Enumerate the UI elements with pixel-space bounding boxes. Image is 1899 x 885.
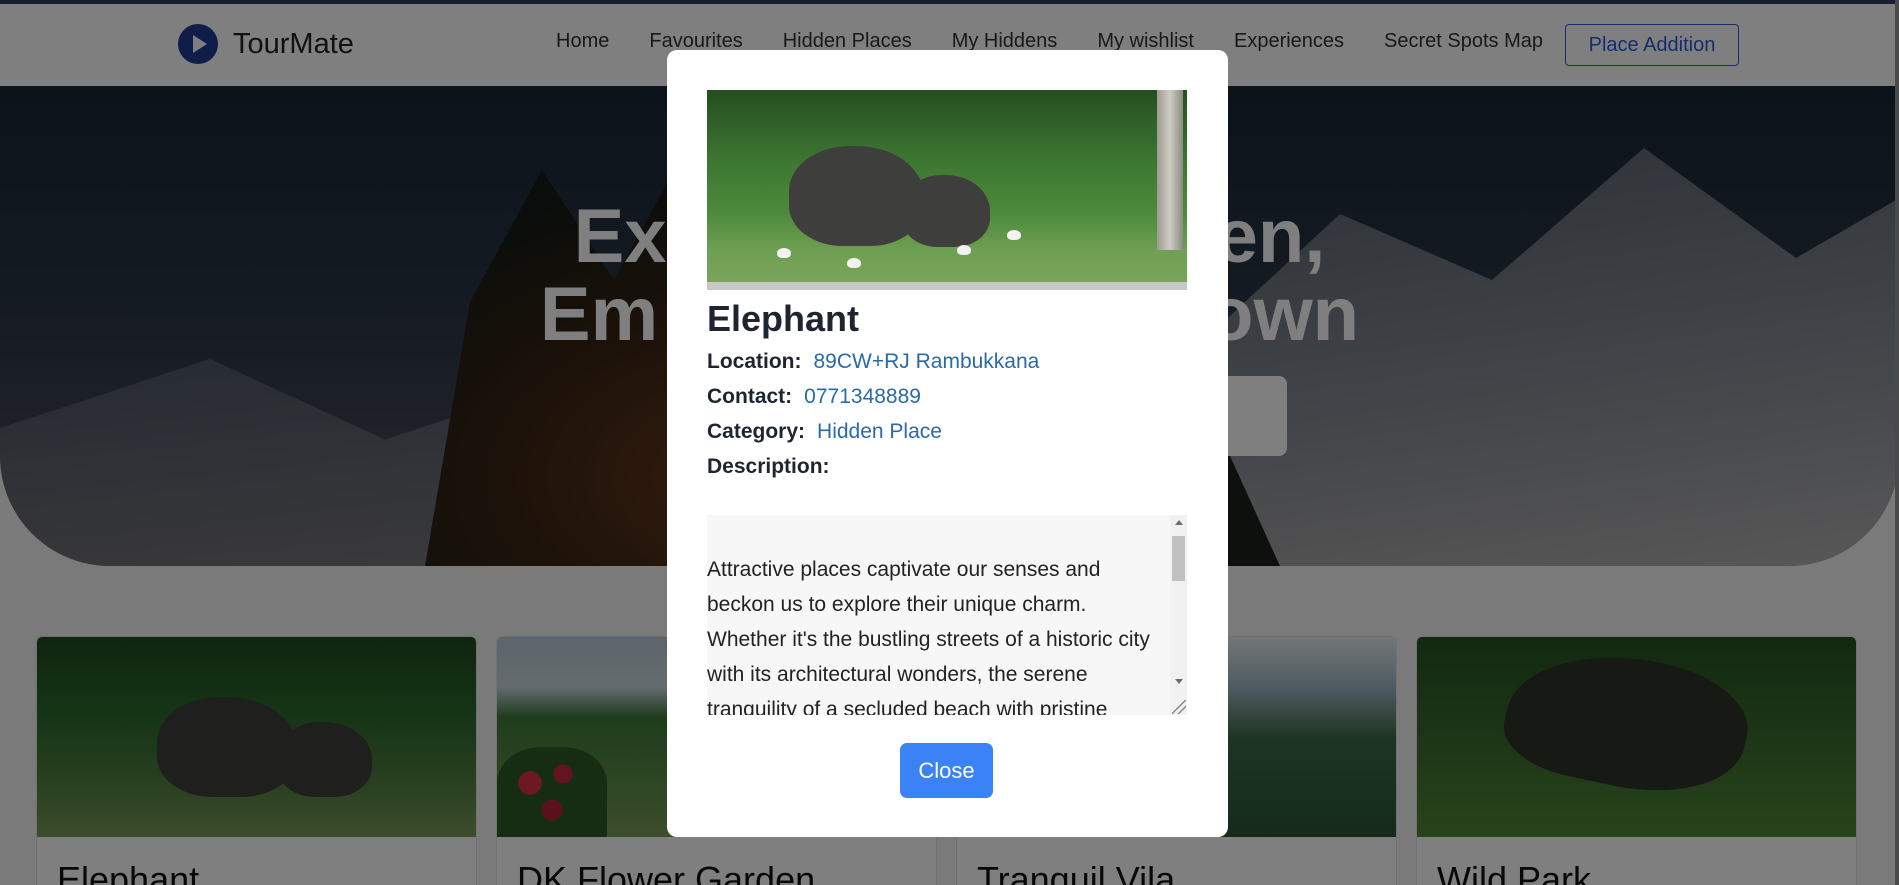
egret-shape <box>847 258 861 268</box>
description-label: Description: <box>707 455 830 478</box>
location-label: Location: <box>707 350 802 373</box>
egret-shape <box>777 248 791 258</box>
scrollbar-thumb[interactable] <box>1172 536 1185 581</box>
tree-trunk <box>1157 90 1183 250</box>
description-scrollbar[interactable] <box>1170 515 1187 715</box>
close-button[interactable]: Close <box>900 743 993 798</box>
page-scrollbar[interactable] <box>1895 0 1899 885</box>
category-row: Category: Hidden Place <box>707 420 942 444</box>
category-value[interactable]: Hidden Place <box>817 420 942 443</box>
contact-value[interactable]: 0771348889 <box>804 385 921 408</box>
resize-grip-icon[interactable] <box>1172 700 1186 714</box>
page: TourMate Home Favourites Hidden Places M… <box>0 0 1899 885</box>
scroll-down-arrow-icon[interactable] <box>1175 679 1183 684</box>
description-text: Attractive places captivate our senses a… <box>707 558 1150 715</box>
location-row: Location: 89CW+RJ Rambukkana <box>707 350 1039 374</box>
modal-title: Elephant <box>707 298 860 339</box>
category-label: Category: <box>707 420 806 443</box>
place-details-modal: Elephant Location: 89CW+RJ Rambukkana Con… <box>667 50 1228 837</box>
place-image <box>707 90 1187 290</box>
contact-label: Contact: <box>707 385 793 408</box>
contact-row: Contact: 0771348889 <box>707 385 921 409</box>
elephant-calf-shape <box>902 175 990 247</box>
image-ground-strip <box>707 282 1187 290</box>
location-value[interactable]: 89CW+RJ Rambukkana <box>814 350 1040 373</box>
scroll-up-arrow-icon[interactable] <box>1175 520 1183 525</box>
description-textarea[interactable]: Attractive places captivate our senses a… <box>707 515 1187 715</box>
egret-shape <box>957 245 971 255</box>
description-row: Description: <box>707 455 830 479</box>
egret-shape <box>1007 230 1021 240</box>
